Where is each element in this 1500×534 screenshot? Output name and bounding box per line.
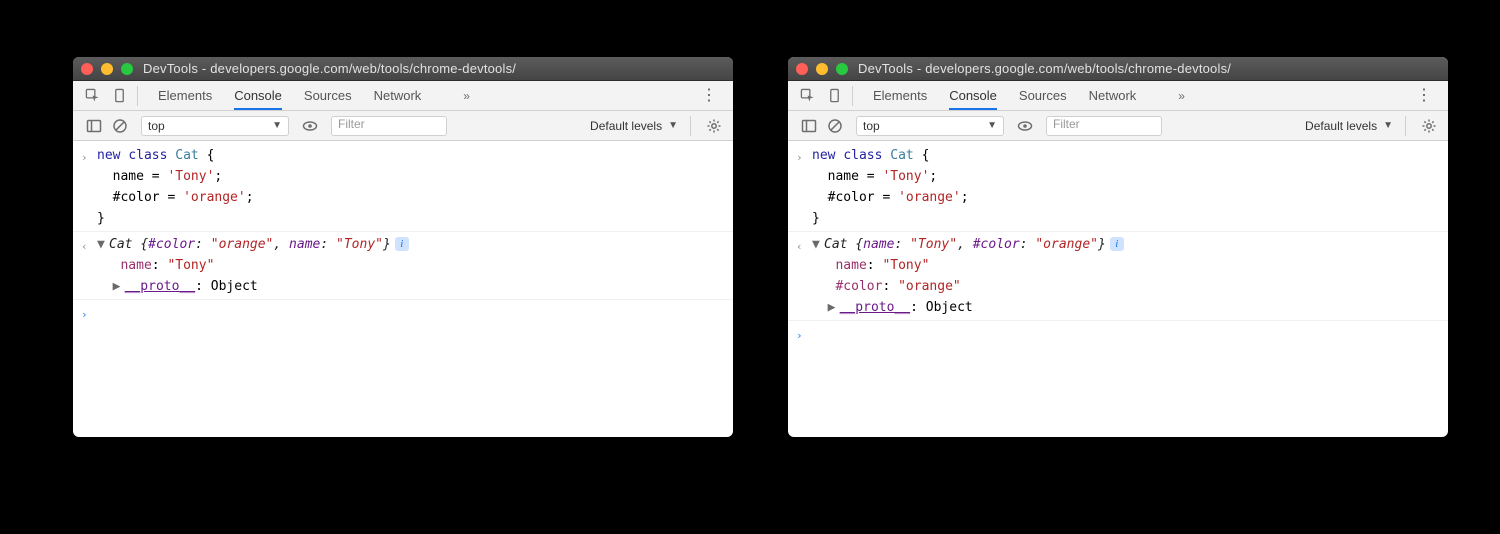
chevron-down-icon: ▼	[1383, 120, 1393, 131]
clear-icon[interactable]	[111, 117, 129, 135]
live-expression-icon[interactable]	[1016, 117, 1034, 135]
tabs: Elements Console Sources Network »	[859, 88, 1185, 103]
console-output: ▼Cat {#color: "orange", name: "Tony"}i n…	[97, 234, 725, 297]
prop-color: #color	[835, 279, 882, 294]
separator	[852, 86, 853, 106]
sidebar-toggle-icon[interactable]	[800, 117, 818, 135]
expand-icon[interactable]: ▼	[97, 234, 109, 255]
console-prompt[interactable]	[97, 302, 725, 325]
tab-console[interactable]: Console	[234, 88, 282, 103]
console-input-row: › new class Cat { name = 'Tony'; #color …	[788, 143, 1448, 232]
output-prompt-icon: ‹	[81, 234, 97, 297]
context-select[interactable]: top ▼	[141, 116, 289, 136]
input-prompt-icon: ›	[796, 323, 812, 346]
tab-network[interactable]: Network	[1089, 88, 1137, 103]
levels-select[interactable]: Default levels ▼	[1299, 116, 1399, 136]
separator	[137, 86, 138, 106]
chevron-down-icon: ▼	[272, 120, 282, 131]
chevron-down-icon: ▼	[987, 120, 997, 131]
console-toolbar: top ▼ Filter Default levels ▼	[788, 111, 1448, 141]
titlebar[interactable]: DevTools - developers.google.com/web/too…	[73, 57, 733, 81]
gear-icon[interactable]	[705, 117, 723, 135]
window-title: DevTools - developers.google.com/web/too…	[858, 61, 1231, 76]
tab-elements[interactable]: Elements	[873, 88, 927, 103]
tabs-row: Elements Console Sources Network » ⋮	[788, 81, 1448, 111]
tabs-row: Elements Console Sources Network » ⋮	[73, 81, 733, 111]
device-icon[interactable]	[112, 88, 127, 103]
console-prompt[interactable]	[812, 323, 1440, 346]
chevron-down-icon: ▼	[668, 120, 678, 131]
input-prompt-icon: ›	[81, 145, 97, 229]
info-icon[interactable]: i	[395, 237, 409, 251]
output-prompt-icon: ‹	[796, 234, 812, 318]
tab-sources[interactable]: Sources	[1019, 88, 1067, 103]
console-output-row: ‹ ▼Cat {name: "Tony", #color: "orange"}i…	[788, 232, 1448, 321]
more-tabs-icon[interactable]: »	[1178, 89, 1185, 103]
sidebar-toggle-icon[interactable]	[85, 117, 103, 135]
prop-name: name	[120, 258, 151, 273]
separator	[1405, 116, 1406, 136]
inspect-icon[interactable]	[85, 88, 100, 103]
info-icon[interactable]: i	[1110, 237, 1124, 251]
inspect-icon[interactable]	[800, 88, 815, 103]
more-tabs-icon[interactable]: »	[463, 89, 470, 103]
console-body[interactable]: › new class Cat { name = 'Tony'; #color …	[788, 141, 1448, 350]
clear-icon[interactable]	[826, 117, 844, 135]
collapse-icon[interactable]: ▶	[113, 276, 125, 297]
context-select[interactable]: top ▼	[856, 116, 1004, 136]
close-icon[interactable]	[81, 63, 93, 75]
collapse-icon[interactable]: ▶	[828, 297, 840, 318]
separator	[690, 116, 691, 136]
console-input-row: › new class Cat { name = 'Tony'; #color …	[73, 143, 733, 232]
close-icon[interactable]	[796, 63, 808, 75]
console-prompt-row[interactable]: ›	[788, 321, 1448, 348]
context-value: top	[863, 119, 880, 133]
fullscreen-icon[interactable]	[121, 63, 133, 75]
traffic-lights	[81, 63, 133, 75]
filter-placeholder: Filter	[1053, 117, 1080, 131]
prop-proto[interactable]: __proto__	[125, 279, 195, 294]
tab-network[interactable]: Network	[374, 88, 422, 103]
fullscreen-icon[interactable]	[836, 63, 848, 75]
tabs: Elements Console Sources Network »	[144, 88, 470, 103]
minimize-icon[interactable]	[101, 63, 113, 75]
expand-icon[interactable]: ▼	[812, 234, 824, 255]
prop-proto[interactable]: __proto__	[840, 300, 910, 315]
levels-value: Default levels	[1305, 119, 1377, 133]
console-input-code: new class Cat { name = 'Tony'; #color = …	[812, 145, 1440, 229]
tab-sources[interactable]: Sources	[304, 88, 352, 103]
titlebar[interactable]: DevTools - developers.google.com/web/too…	[788, 57, 1448, 81]
console-toolbar: top ▼ Filter Default levels ▼	[73, 111, 733, 141]
input-prompt-icon: ›	[81, 302, 97, 325]
tab-elements[interactable]: Elements	[158, 88, 212, 103]
levels-value: Default levels	[590, 119, 662, 133]
console-body[interactable]: › new class Cat { name = 'Tony'; #color …	[73, 141, 733, 329]
minimize-icon[interactable]	[816, 63, 828, 75]
tab-console[interactable]: Console	[949, 88, 997, 103]
filter-placeholder: Filter	[338, 117, 365, 131]
prop-name: name	[835, 258, 866, 273]
console-output: ▼Cat {name: "Tony", #color: "orange"}i n…	[812, 234, 1440, 318]
devtools-window-left: DevTools - developers.google.com/web/too…	[73, 57, 733, 437]
device-icon[interactable]	[827, 88, 842, 103]
gear-icon[interactable]	[1420, 117, 1438, 135]
filter-input[interactable]: Filter	[331, 116, 447, 136]
traffic-lights	[796, 63, 848, 75]
input-prompt-icon: ›	[796, 145, 812, 229]
filter-input[interactable]: Filter	[1046, 116, 1162, 136]
live-expression-icon[interactable]	[301, 117, 319, 135]
devtools-window-right: DevTools - developers.google.com/web/too…	[788, 57, 1448, 437]
levels-select[interactable]: Default levels ▼	[584, 116, 684, 136]
console-prompt-row[interactable]: ›	[73, 300, 733, 327]
console-input-code: new class Cat { name = 'Tony'; #color = …	[97, 145, 725, 229]
context-value: top	[148, 119, 165, 133]
window-title: DevTools - developers.google.com/web/too…	[143, 61, 516, 76]
console-output-row: ‹ ▼Cat {#color: "orange", name: "Tony"}i…	[73, 232, 733, 300]
